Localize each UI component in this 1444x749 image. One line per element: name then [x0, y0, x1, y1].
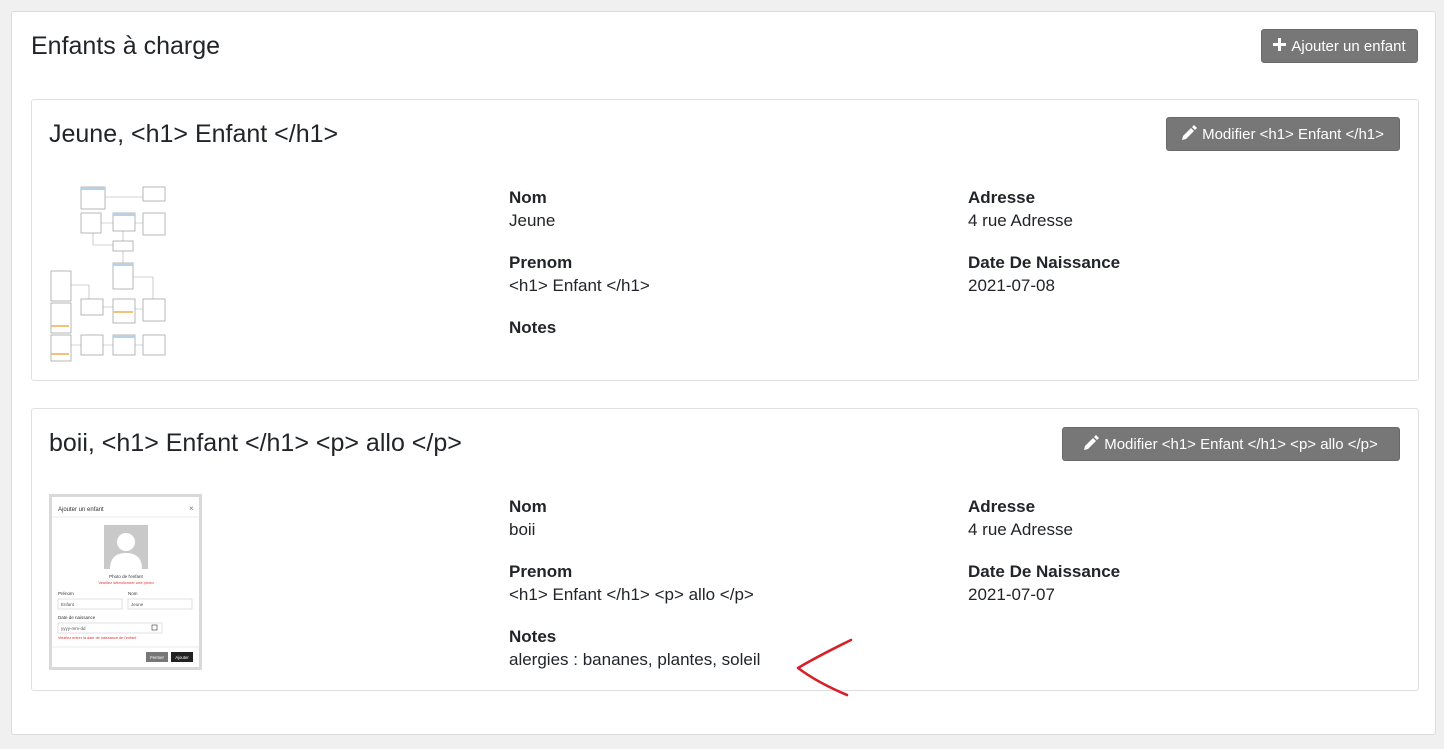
thumb-date-label: Date de naissance [58, 615, 96, 620]
field-label: Date De Naissance [968, 562, 1121, 581]
edit-child-label: Modifier <h1> Enfant </h1> [1202, 125, 1384, 143]
thumb-caption: Photo de l'enfant [109, 574, 143, 579]
child-photo [49, 185, 171, 365]
field-value: boii [509, 520, 536, 539]
edit-child-label: Modifier <h1> Enfant </h1> <p> allo </p> [1104, 435, 1378, 453]
field-date-naissance: Date De Naissance 2021-07-08 [968, 253, 1120, 296]
field-adresse: Adresse 4 rue Adresse [968, 497, 1073, 540]
edit-child-button[interactable]: Modifier <h1> Enfant </h1> <p> allo </p> [1062, 427, 1400, 461]
field-adresse: Adresse 4 rue Adresse [968, 188, 1073, 231]
field-nom: Nom boii [509, 497, 547, 540]
pencil-icon [1084, 434, 1100, 454]
field-date-naissance: Date De Naissance 2021-07-07 [968, 562, 1120, 605]
child-card-title: Jeune, <h1> Enfant </h1> [49, 120, 339, 148]
field-label: Notes [509, 318, 557, 337]
field-value: alergies : bananes, plantes, soleil [509, 650, 761, 669]
field-notes: Notes [509, 318, 556, 341]
annotation-arrow-mark [796, 638, 853, 697]
thumb-prenom-label: Prénom [58, 591, 74, 596]
page-title: Enfants à charge [31, 32, 221, 60]
field-value: Jeune [509, 211, 556, 230]
field-value: 4 rue Adresse [968, 520, 1073, 539]
field-prenom: Prenom <h1> Enfant </h1> [509, 253, 650, 296]
child-card-title: boii, <h1> Enfant </h1> <p> allo </p> [49, 429, 462, 457]
field-value: <h1> Enfant </h1> [509, 276, 650, 295]
thumb-header: Ajouter un enfant [58, 507, 104, 513]
thumb-nom-value: Jeune [131, 602, 144, 607]
edit-child-button[interactable]: Modifier <h1> Enfant </h1> [1166, 117, 1400, 151]
field-label: Adresse [968, 497, 1036, 516]
field-notes: Notes alergies : bananes, plantes, solei… [509, 627, 760, 670]
thumb-error: Veuillez sélectionner une photo [98, 580, 154, 585]
child-card: boii, <h1> Enfant </h1> <p> allo </p> Mo… [31, 408, 1419, 697]
child-photo: Ajouter un enfant × Photo de l'enfant Ve… [49, 494, 202, 670]
thumb-prenom-value: Enfant [61, 602, 75, 607]
add-child-button[interactable]: Ajouter un enfant [1261, 29, 1418, 63]
field-value: 2021-07-07 [968, 585, 1055, 604]
thumb-close-button: Fermer [150, 655, 164, 660]
field-value: 2021-07-08 [968, 276, 1055, 295]
child-card: Jeune, <h1> Enfant </h1> Modifier <h1> E… [31, 99, 1419, 381]
thumb-add-button: Ajouter [175, 655, 189, 660]
field-prenom: Prenom <h1> Enfant </h1> <p> allo </p> [509, 562, 754, 605]
field-value: 4 rue Adresse [968, 211, 1073, 230]
field-label: Adresse [968, 188, 1036, 207]
field-label: Prenom [509, 253, 573, 272]
field-nom: Nom Jeune [509, 188, 555, 231]
form-screenshot-image: Ajouter un enfant × Photo de l'enfant Ve… [52, 497, 199, 667]
field-label: Date De Naissance [968, 253, 1121, 272]
field-value: <h1> Enfant </h1> <p> allo </p> [509, 585, 754, 604]
field-label: Nom [509, 497, 547, 516]
thumb-nom-label: Nom [128, 591, 138, 596]
plus-icon [1273, 37, 1287, 55]
close-icon: × [189, 504, 194, 513]
field-label: Nom [509, 188, 547, 207]
pencil-icon [1182, 124, 1198, 144]
thumb-date-placeholder: yyyy-mm-dd [61, 626, 86, 631]
field-label: Notes [509, 627, 557, 646]
thumb-date-error: Veuillez entrer la date de naissance de … [58, 636, 137, 640]
add-child-label: Ajouter un enfant [1291, 37, 1406, 55]
dependents-panel: Enfants à charge Ajouter un enfant Jeune… [11, 11, 1436, 735]
diagram-thumbnail-image [50, 186, 166, 362]
field-label: Prenom [509, 562, 573, 581]
